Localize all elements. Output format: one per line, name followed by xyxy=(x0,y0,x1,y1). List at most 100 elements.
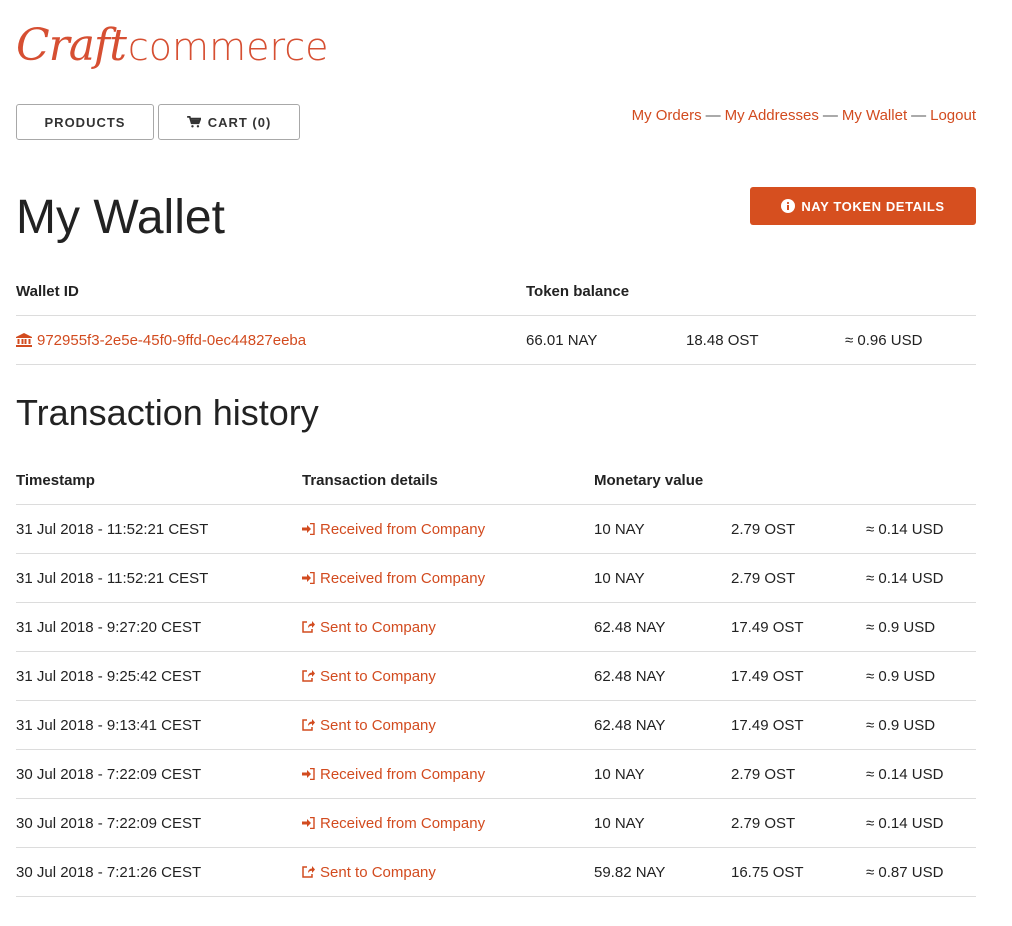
info-circle-icon xyxy=(781,199,796,213)
transaction-detail-link[interactable]: Sent to Company xyxy=(302,652,436,700)
transaction-nay: 62.48 NAY xyxy=(594,667,666,685)
timestamp-header: Timestamp xyxy=(16,472,95,489)
transaction-timestamp: 31 Jul 2018 - 11:52:21 CEST xyxy=(16,569,209,587)
wallet-id-header: Wallet ID xyxy=(16,283,79,300)
my-wallet-link[interactable]: My Wallet xyxy=(842,107,907,124)
transaction-usd: ≈ 0.14 USD xyxy=(866,814,944,832)
transaction-usd: ≈ 0.9 USD xyxy=(866,667,936,685)
transaction-detail-link[interactable]: Sent to Company xyxy=(302,848,436,896)
transaction-detail-label: Received from Company xyxy=(320,569,486,587)
transaction-nay: 10 NAY xyxy=(594,569,645,587)
transaction-usd: ≈ 0.14 USD xyxy=(866,569,944,587)
transaction-nay: 10 NAY xyxy=(594,765,645,783)
transaction-history-title: Transaction history xyxy=(16,392,319,433)
products-button[interactable]: PRODUCTS xyxy=(16,104,154,140)
transaction-ost: 17.49 OST xyxy=(731,618,804,636)
sign-in-icon xyxy=(302,523,315,535)
my-orders-link[interactable]: My Orders xyxy=(632,107,702,124)
token-balance-header: Token balance xyxy=(526,283,630,300)
transaction-row: 30 Jul 2018 - 7:22:09 CEST Received from … xyxy=(16,750,976,799)
wallet-table: Wallet ID Token balance 972955f3-2e5e-45… xyxy=(16,270,976,365)
transactions-table: Timestamp Transaction details Monetary v… xyxy=(16,459,976,897)
transaction-detail-link[interactable]: Sent to Company xyxy=(302,701,436,749)
brand-logo[interactable]: Craft commerce xyxy=(16,20,329,76)
sign-in-icon xyxy=(302,817,315,829)
transaction-timestamp: 30 Jul 2018 - 7:22:09 CEST xyxy=(16,765,202,783)
transaction-detail-label: Sent to Company xyxy=(320,863,436,881)
wallet-usd-balance: ≈ 0.96 USD xyxy=(845,331,923,349)
products-label: PRODUCTS xyxy=(44,114,126,130)
transaction-detail-link[interactable]: Received from Company xyxy=(302,505,485,553)
transaction-ost: 17.49 OST xyxy=(731,667,804,685)
cart-icon xyxy=(186,116,201,128)
transaction-ost: 2.79 OST xyxy=(731,765,796,783)
share-icon xyxy=(302,621,315,633)
page-title: My Wallet xyxy=(16,191,225,244)
transaction-detail-link[interactable]: Received from Company xyxy=(302,554,485,602)
details-header: Transaction details xyxy=(302,472,438,489)
transaction-row: 31 Jul 2018 - 11:52:21 CEST Received from… xyxy=(16,505,976,554)
transaction-detail-label: Sent to Company xyxy=(320,716,436,734)
transaction-detail-label: Sent to Company xyxy=(320,618,436,636)
wallet-nay-balance: 66.01 NAY xyxy=(526,331,598,349)
link-separator: — xyxy=(822,107,838,124)
transaction-detail-label: Received from Company xyxy=(320,814,486,832)
wallet-ost-balance: 18.48 OST xyxy=(686,331,759,349)
share-icon xyxy=(302,719,315,731)
transaction-row: 31 Jul 2018 - 11:52:21 CEST Received from… xyxy=(16,554,976,603)
logo-craft-text: Craft xyxy=(16,20,127,71)
transaction-ost: 17.49 OST xyxy=(731,716,804,734)
transaction-nay: 59.82 NAY xyxy=(594,863,666,881)
wallet-row: 972955f3-2e5e-45f0-9ffd-0ec44827eeba 66.… xyxy=(16,316,976,365)
transaction-usd: ≈ 0.9 USD xyxy=(866,618,936,636)
transaction-detail-label: Received from Company xyxy=(320,765,486,783)
transaction-ost: 16.75 OST xyxy=(731,863,804,881)
share-icon xyxy=(302,670,315,682)
transaction-usd: ≈ 0.14 USD xyxy=(866,765,944,783)
account-links: My Orders — My Addresses — My Wallet — Logout xyxy=(632,107,976,124)
transaction-ost: 2.79 OST xyxy=(731,520,796,538)
transaction-row: 31 Jul 2018 - 9:27:20 CEST Sent to Compan… xyxy=(16,603,976,652)
transaction-timestamp: 31 Jul 2018 - 9:27:20 CEST xyxy=(16,618,202,636)
bank-icon xyxy=(16,333,32,347)
transaction-row: 31 Jul 2018 - 9:25:42 CEST Sent to Compan… xyxy=(16,652,976,701)
transaction-detail-link[interactable]: Received from Company xyxy=(302,799,485,847)
transaction-row: 31 Jul 2018 - 9:13:41 CEST Sent to Compan… xyxy=(16,701,976,750)
logout-link[interactable]: Logout xyxy=(930,107,976,124)
transaction-detail-label: Received from Company xyxy=(320,520,486,538)
transaction-ost: 2.79 OST xyxy=(731,569,796,587)
transaction-detail-link[interactable]: Sent to Company xyxy=(302,603,436,651)
value-header: Monetary value xyxy=(594,472,704,489)
transaction-ost: 2.79 OST xyxy=(731,814,796,832)
transaction-timestamp: 31 Jul 2018 - 11:52:21 CEST xyxy=(16,520,209,538)
transaction-usd: ≈ 0.9 USD xyxy=(866,716,936,734)
transactions-table-header: Timestamp Transaction details Monetary v… xyxy=(16,459,976,505)
sign-in-icon xyxy=(302,768,315,780)
my-addresses-link[interactable]: My Addresses xyxy=(725,107,819,124)
transaction-detail-link[interactable]: Received from Company xyxy=(302,750,485,798)
transaction-usd: ≈ 0.87 USD xyxy=(866,863,944,881)
logo-commerce-text: commerce xyxy=(127,25,329,69)
transaction-nay: 10 NAY xyxy=(594,520,645,538)
transaction-row: 30 Jul 2018 - 7:21:26 CEST Sent to Compan… xyxy=(16,848,976,897)
transaction-timestamp: 31 Jul 2018 - 9:25:42 CEST xyxy=(16,667,202,685)
link-separator: — xyxy=(911,107,927,124)
sign-in-icon xyxy=(302,572,315,584)
wallet-table-header: Wallet ID Token balance xyxy=(16,270,976,316)
transaction-nay: 10 NAY xyxy=(594,814,645,832)
token-details-label: NAY TOKEN DETAILS xyxy=(801,198,945,214)
wallet-id-value: 972955f3-2e5e-45f0-9ffd-0ec44827eeba xyxy=(37,331,307,349)
cart-label: CART (0) xyxy=(207,114,272,130)
cart-button[interactable]: CART (0) xyxy=(158,104,300,140)
transaction-nay: 62.48 NAY xyxy=(594,716,666,734)
share-icon xyxy=(302,866,315,878)
transaction-timestamp: 30 Jul 2018 - 7:21:26 CEST xyxy=(16,863,202,881)
transaction-detail-label: Sent to Company xyxy=(320,667,436,685)
transaction-nay: 62.48 NAY xyxy=(594,618,666,636)
transaction-row: 30 Jul 2018 - 7:22:09 CEST Received from … xyxy=(16,799,976,848)
wallet-id-link[interactable]: 972955f3-2e5e-45f0-9ffd-0ec44827eeba xyxy=(16,316,306,364)
token-details-button[interactable]: NAY TOKEN DETAILS xyxy=(750,187,976,225)
transaction-timestamp: 30 Jul 2018 - 7:22:09 CEST xyxy=(16,814,202,832)
link-separator: — xyxy=(705,107,721,124)
transaction-timestamp: 31 Jul 2018 - 9:13:41 CEST xyxy=(16,716,202,734)
